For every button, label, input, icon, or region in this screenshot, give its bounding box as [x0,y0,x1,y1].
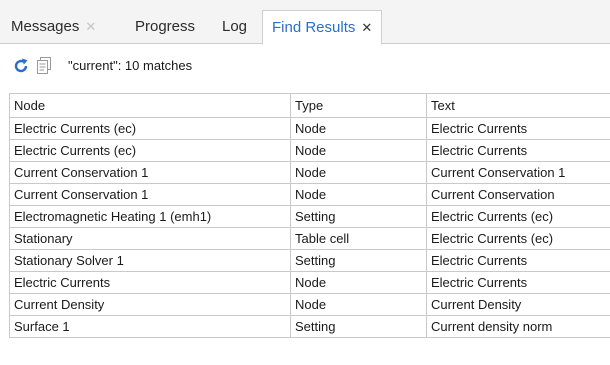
tab-bar: Messages ✕ Progress Log Find Results ✕ [0,0,610,45]
cell-type: Table cell [290,227,427,250]
tab-label: Log [222,18,248,35]
toolbar: "current": 10 matches [0,44,610,86]
table-row[interactable]: Stationary Table cell Electric Currents … [9,227,610,250]
cell-node: Current Conservation 1 [9,161,291,184]
cell-text: Current Density [426,293,610,316]
cell-node: Surface 1 [9,315,291,338]
table-row[interactable]: Electromagnetic Heating 1 (emh1) Setting… [9,205,610,228]
cell-node: Current Conservation 1 [9,183,291,206]
column-header-text[interactable]: Text [426,93,610,118]
close-icon[interactable]: ✕ [85,19,96,34]
table-row[interactable]: Surface 1 Setting Current density norm [9,315,610,338]
results-table: Node Type Text Electric Currents (ec) No… [9,93,610,338]
results-table-container: Node Type Text Electric Currents (ec) No… [9,93,610,338]
table-row[interactable]: Electric Currents (ec) Node Electric Cur… [9,117,610,140]
search-status: "current": 10 matches [68,58,193,73]
copy-icon[interactable] [37,57,51,74]
cell-type: Node [290,139,427,162]
tab-log[interactable]: Log [213,10,256,44]
table-row[interactable]: Stationary Solver 1 Setting Electric Cur… [9,249,610,272]
cell-node: Electric Currents (ec) [9,139,291,162]
table-header-row: Node Type Text [9,93,610,118]
cell-type: Node [290,293,427,316]
cell-type: Node [290,161,427,184]
cell-node: Electric Currents [9,271,291,294]
tab-progress[interactable]: Progress [126,10,204,44]
table-row[interactable]: Electric Currents Node Electric Currents [9,271,610,294]
cell-node: Stationary [9,227,291,250]
cell-text: Electric Currents [426,139,610,162]
column-header-type[interactable]: Type [290,93,427,118]
cell-text: Electric Currents (ec) [426,227,610,250]
table-row[interactable]: Current Density Node Current Density [9,293,610,316]
cell-text: Current Conservation 1 [426,161,610,184]
cell-type: Setting [290,205,427,228]
tab-messages[interactable]: Messages ✕ [2,10,105,44]
column-header-node[interactable]: Node [9,93,291,118]
table-row[interactable]: Current Conservation 1 Node Current Cons… [9,161,610,184]
tab-label: Progress [135,18,196,35]
cell-node: Electric Currents (ec) [9,117,291,140]
cell-text: Electric Currents (ec) [426,205,610,228]
cell-text: Current density norm [426,315,610,338]
cell-type: Node [290,271,427,294]
cell-text: Electric Currents [426,271,610,294]
tab-label: Find Results [272,19,356,36]
cell-type: Node [290,183,427,206]
table-row[interactable]: Current Conservation 1 Node Current Cons… [9,183,610,206]
cell-type: Setting [290,315,427,338]
tab-find-results[interactable]: Find Results ✕ [262,10,383,45]
cell-type: Node [290,117,427,140]
cell-type: Setting [290,249,427,272]
cell-node: Stationary Solver 1 [9,249,291,272]
cell-text: Electric Currents [426,117,610,140]
table-row[interactable]: Electric Currents (ec) Node Electric Cur… [9,139,610,162]
tab-label: Messages [11,18,80,35]
close-icon[interactable]: ✕ [361,20,372,35]
cell-text: Current Conservation [426,183,610,206]
cell-text: Electric Currents [426,249,610,272]
refresh-icon[interactable] [12,57,30,75]
cell-node: Current Density [9,293,291,316]
cell-node: Electromagnetic Heating 1 (emh1) [9,205,291,228]
